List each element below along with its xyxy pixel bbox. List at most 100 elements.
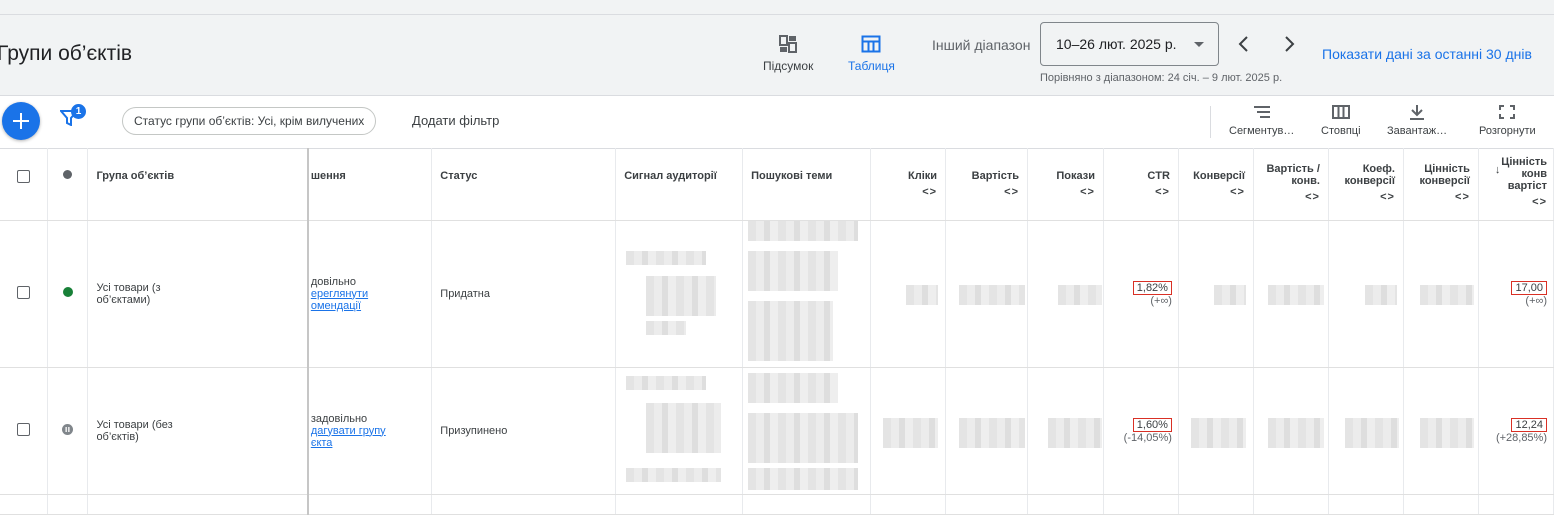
asset-group-name-2: об’єктами) bbox=[96, 293, 151, 306]
filter-count-badge: 1 bbox=[71, 104, 86, 119]
header-asset-group[interactable]: Група об’єктів bbox=[87, 148, 309, 221]
add-filter-button[interactable]: Додати фільтр bbox=[412, 113, 499, 128]
header-conv-value[interactable]: Цінність конверсії <> bbox=[1403, 148, 1479, 221]
table-row[interactable]: Усі товари (без об’єктів) задовільно дагув… bbox=[0, 367, 1554, 495]
row-status-cell bbox=[47, 220, 89, 368]
chevron-right-icon[interactable] bbox=[1280, 35, 1298, 53]
table-row[interactable]: Усі товари (з об’єктами) довільно ерегляну… bbox=[0, 220, 1554, 368]
ctr-value: 1,82% bbox=[1132, 280, 1172, 295]
date-range-select[interactable]: 10–26 лют. 2025 р. bbox=[1040, 22, 1219, 66]
asset-group-name[interactable]: Усі товари (з bbox=[96, 282, 160, 294]
conv-value-cell bbox=[1403, 220, 1479, 368]
header-conv-value-cost[interactable]: ↓ Цінність конв вартіст <> bbox=[1478, 148, 1554, 221]
header-conversions[interactable]: Конверсії <> bbox=[1178, 148, 1254, 221]
edit-asset-group-link[interactable]: дагувати групу bbox=[311, 425, 386, 437]
row-select-cell bbox=[0, 367, 49, 495]
header-impressions[interactable]: Покази <> bbox=[1027, 148, 1104, 221]
header-conv-value-cost-l2: конв bbox=[1521, 168, 1548, 180]
view-summary-button[interactable]: Підсумок bbox=[763, 35, 813, 73]
toolbar-divider bbox=[1210, 106, 1211, 138]
row-select-cell bbox=[0, 220, 49, 368]
table-view-icon bbox=[861, 35, 881, 53]
blurred-content bbox=[1419, 284, 1474, 305]
clicks-cell bbox=[870, 494, 947, 515]
header-conversions-label: Конверсії bbox=[1193, 170, 1245, 182]
summary-view-icon bbox=[779, 35, 798, 53]
conv-rate-cell bbox=[1328, 494, 1404, 515]
eligible-status-dot bbox=[62, 287, 73, 297]
status-filter-chip[interactable]: Статус групи об’єктів: Усі, крім вилучен… bbox=[122, 107, 377, 135]
header-search-themes[interactable]: Пошукові теми bbox=[742, 148, 872, 221]
table-header-row: Група об’єктів шення Статус Сигнал аудит… bbox=[0, 148, 1554, 221]
header-conv-value-cost-l1: Цінність bbox=[1501, 156, 1547, 168]
sort-arrows-icon[interactable]: <> bbox=[1179, 186, 1245, 198]
add-button[interactable] bbox=[2, 102, 40, 140]
view-summary-label: Підсумок bbox=[763, 59, 814, 73]
sort-descending-icon[interactable]: ↓ bbox=[1495, 164, 1501, 176]
header-status[interactable]: Статус bbox=[431, 148, 617, 221]
ad-strength-text: задовільно bbox=[310, 412, 368, 425]
status-cell: Призупинено bbox=[431, 367, 617, 495]
download-button[interactable]: Завантаж… bbox=[1387, 104, 1447, 137]
columns-button[interactable]: Стовпці bbox=[1321, 104, 1361, 137]
sort-arrows-icon[interactable]: <> bbox=[1479, 196, 1547, 208]
view-table-button[interactable]: Таблиця bbox=[848, 35, 895, 73]
range-label: Інший діапазон bbox=[932, 37, 1031, 53]
sort-arrows-icon[interactable]: <> bbox=[1028, 186, 1095, 198]
blurred-content bbox=[626, 467, 722, 482]
cost-per-conv-cell bbox=[1253, 367, 1329, 495]
header-ctr[interactable]: CTR <> bbox=[1103, 148, 1179, 221]
conv-value-cost-cell bbox=[1478, 494, 1554, 515]
conv-value-cell bbox=[1403, 367, 1479, 495]
sort-arrows-icon[interactable]: <> bbox=[1404, 191, 1470, 203]
blurred-content bbox=[1058, 284, 1103, 305]
row-checkbox[interactable] bbox=[17, 285, 31, 299]
search-themes-cell bbox=[742, 220, 872, 368]
clicks-cell bbox=[870, 367, 947, 495]
sort-arrows-icon[interactable]: <> bbox=[1254, 191, 1320, 203]
header-conv-value-cost-l3: вартіст bbox=[1507, 180, 1547, 192]
search-themes-cell bbox=[742, 367, 872, 495]
clicks-cell bbox=[870, 220, 947, 368]
sort-arrows-icon[interactable]: <> bbox=[946, 186, 1019, 198]
header-cost-per-conv[interactable]: Вартість / конв. <> bbox=[1253, 148, 1329, 221]
status-cell: Придатна bbox=[431, 220, 617, 368]
search-themes-cell bbox=[742, 494, 872, 515]
cost-per-conv-cell bbox=[1253, 220, 1329, 368]
chevron-left-icon[interactable] bbox=[1235, 35, 1253, 53]
header-conv-rate-l1: Коеф. bbox=[1362, 163, 1395, 175]
table-row[interactable] bbox=[0, 494, 1554, 515]
ad-strength-cell: довільно ереглянути омендації bbox=[307, 220, 433, 368]
asset-group-cell[interactable]: Усі товари (з об’єктами) bbox=[87, 220, 309, 368]
asset-group-name[interactable]: Усі товари (без bbox=[96, 419, 172, 431]
expand-icon bbox=[1499, 105, 1516, 119]
edit-asset-group-link-2[interactable]: єкта bbox=[311, 437, 333, 449]
expand-button[interactable]: Розгорнути bbox=[1479, 104, 1536, 137]
row-checkbox[interactable] bbox=[17, 422, 31, 436]
sort-arrows-icon[interactable]: <> bbox=[1329, 191, 1395, 203]
audience-signal-cell bbox=[615, 367, 744, 495]
view-recommendations-link-2[interactable]: омендації bbox=[311, 300, 361, 312]
show-last-30-days-link[interactable]: Показати дані за останні 30 днів bbox=[1322, 46, 1532, 62]
view-recommendations-link[interactable]: ереглянути bbox=[311, 288, 368, 300]
header-ad-strength[interactable]: шення bbox=[307, 148, 433, 221]
header-status-dot bbox=[47, 148, 89, 221]
select-all-checkbox[interactable] bbox=[17, 170, 31, 183]
asset-group-cell[interactable]: Усі товари (без об’єктів) bbox=[87, 367, 309, 495]
segment-button[interactable]: Сегментув… bbox=[1229, 104, 1294, 137]
conv-value-cost-cell: 17,00 (+∞) bbox=[1478, 220, 1554, 368]
ctr-cell: 1,82% (+∞) bbox=[1103, 220, 1179, 368]
conv-value-cost-change: (+28,85%) bbox=[1495, 431, 1547, 444]
sort-arrows-icon[interactable]: <> bbox=[1104, 186, 1170, 198]
download-label: Завантаж… bbox=[1387, 125, 1448, 137]
header-clicks[interactable]: Кліки <> bbox=[870, 148, 947, 221]
sort-arrows-icon[interactable]: <> bbox=[871, 186, 937, 198]
header-cost[interactable]: Вартість <> bbox=[945, 148, 1029, 221]
impressions-cell bbox=[1027, 494, 1104, 515]
ad-strength-cell bbox=[307, 494, 433, 515]
blurred-content bbox=[748, 372, 839, 403]
ad-strength-text: довільно bbox=[310, 275, 356, 288]
header-audience-signal[interactable]: Сигнал аудиторії bbox=[615, 148, 744, 221]
header-conv-rate[interactable]: Коеф. конверсії <> bbox=[1328, 148, 1404, 221]
blurred-content bbox=[1267, 417, 1324, 448]
